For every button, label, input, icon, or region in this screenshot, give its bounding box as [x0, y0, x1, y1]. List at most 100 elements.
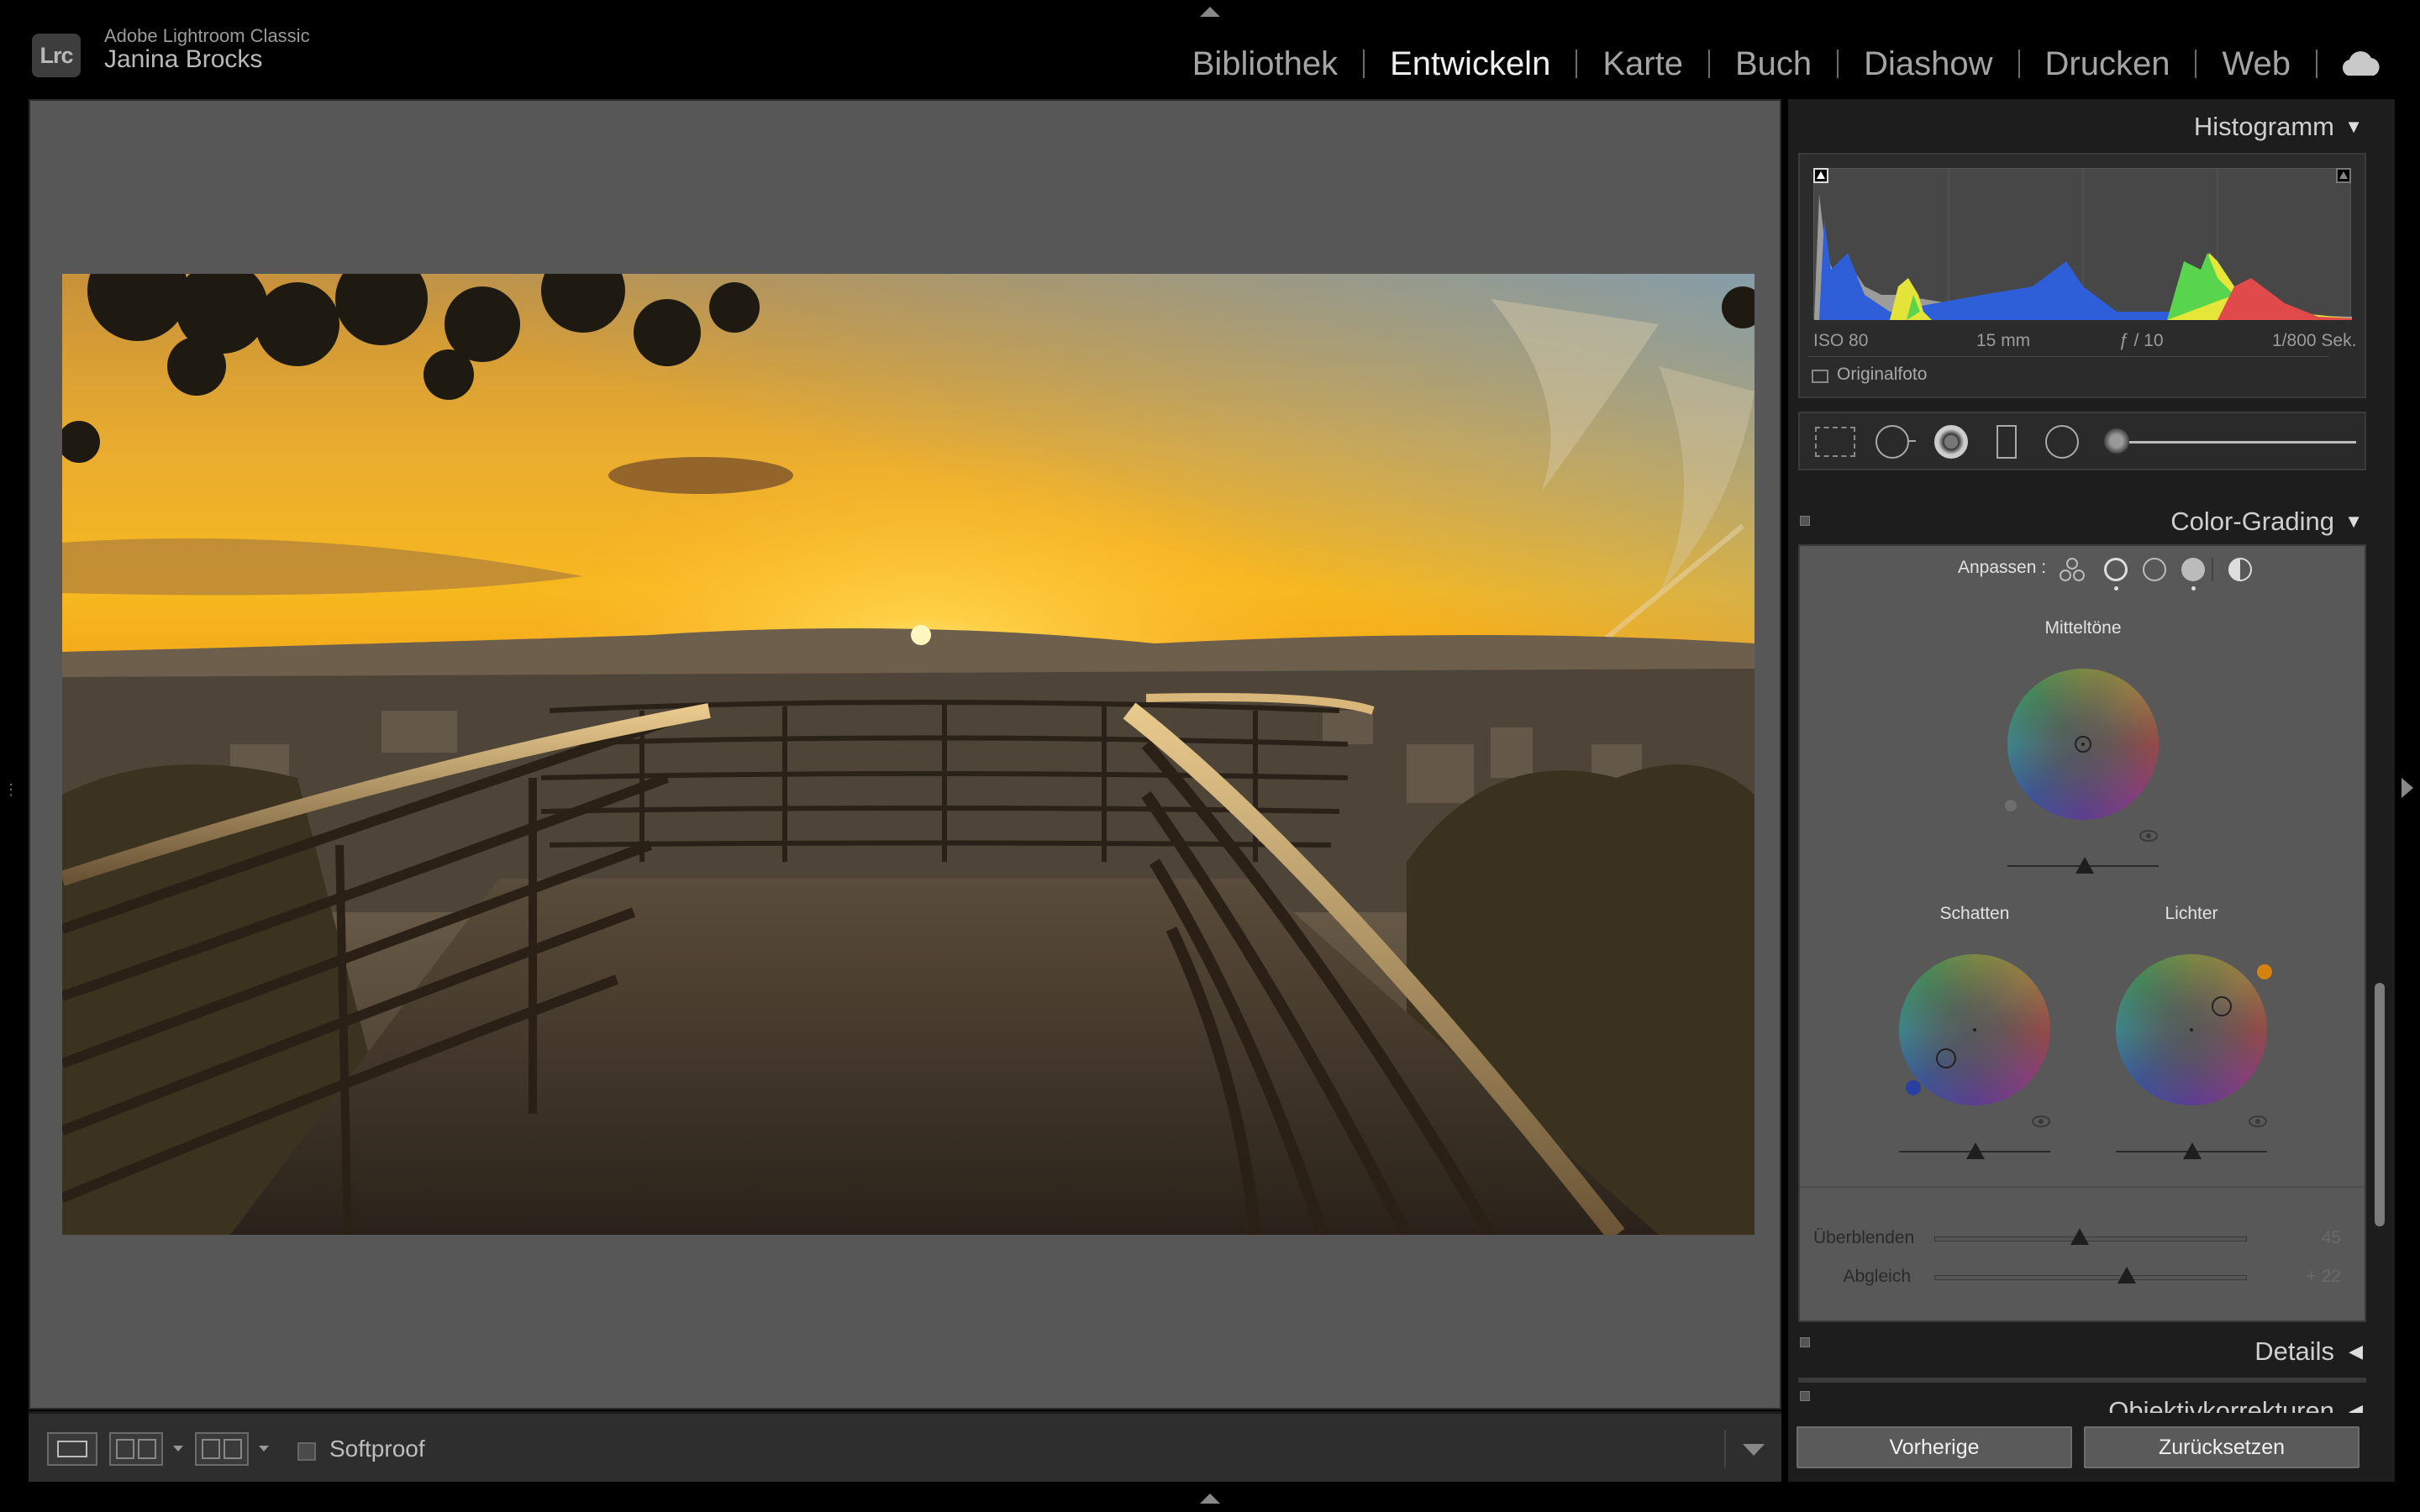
shadows-wheel-icon[interactable]: [2104, 558, 2128, 581]
module-drucken[interactable]: Drucken: [2020, 40, 2196, 87]
app-name: Adobe Lightroom Classic: [104, 25, 310, 46]
histogram-title: Histogramm: [2193, 112, 2334, 141]
previous-button[interactable]: Vorherige: [1797, 1426, 2072, 1468]
module-web[interactable]: Web: [2196, 40, 2316, 87]
loupe-canvas: [29, 99, 1781, 1410]
slider-thumb[interactable]: [2183, 1142, 2202, 1159]
tool-strip: [1798, 412, 2366, 470]
shadow-clipping-icon[interactable]: [1813, 168, 1828, 183]
active-dot-icon: [2114, 586, 2118, 591]
filmstrip-toggle-icon[interactable]: [1200, 1494, 1220, 1504]
module-separator: [2316, 50, 2317, 78]
crop-icon[interactable]: [1815, 427, 1855, 457]
lrc-logo: Lrc: [32, 34, 81, 77]
shutter-value: 1/800 Sek.: [2272, 331, 2357, 350]
slider-thumb[interactable]: [1966, 1142, 1985, 1159]
three-way-icon[interactable]: [2059, 556, 2086, 583]
active-dot-icon: [2191, 586, 2196, 591]
eye-icon[interactable]: [2249, 1116, 2267, 1127]
highlights-hue-dot[interactable]: [2257, 964, 2272, 979]
photo-preview: [62, 274, 1754, 1235]
color-grading-header[interactable]: Color-Grading ▼: [1797, 497, 2368, 546]
shadows-color-wheel[interactable]: [1899, 954, 2050, 1105]
midtones-wheel-icon[interactable]: [2143, 558, 2166, 581]
toolbar-menu-icon[interactable]: [1743, 1444, 1765, 1456]
module-entwickeln[interactable]: Entwickeln: [1365, 40, 1576, 87]
module-buch[interactable]: Buch: [1710, 40, 1837, 87]
loupe-view-button[interactable]: [47, 1432, 97, 1466]
balance-slider[interactable]: [1934, 1275, 2247, 1280]
collapse-down-icon[interactable]: ▼: [2344, 497, 2363, 546]
slider-thumb[interactable]: [2118, 1267, 2136, 1284]
right-panel-toggle-icon[interactable]: [2402, 778, 2413, 798]
softproof-checkbox[interactable]: [297, 1442, 316, 1461]
before-after-icon[interactable]: [109, 1432, 163, 1466]
chevron-down-icon[interactable]: [259, 1446, 269, 1452]
eye-icon[interactable]: [2032, 1116, 2050, 1127]
chevron-down-icon[interactable]: [173, 1446, 183, 1452]
slider-thumb[interactable]: [2075, 857, 2094, 874]
adjust-label: Anpassen :: [1958, 558, 2047, 577]
blend-slider[interactable]: [1934, 1236, 2247, 1242]
histogram-header[interactable]: Histogramm ▼: [1797, 102, 2368, 151]
balance-label: Abgleich: [1843, 1267, 1911, 1286]
divider: [1800, 1186, 2365, 1188]
color-grading-panel: Anpassen : Mitteltöne Schatten Lichter Ü…: [1798, 544, 2366, 1322]
top-panel-toggle-icon[interactable]: [1200, 7, 1220, 17]
histogram-graph[interactable]: [1813, 168, 2352, 320]
right-panel-scrollbar[interactable]: [2375, 983, 2385, 1226]
original-photo-label: Originalfoto: [1837, 365, 1928, 384]
brush-icon[interactable]: [2104, 428, 2129, 454]
eye-icon[interactable]: [2139, 830, 2158, 842]
lens-corrections-title: Objektivkorrekturen: [2108, 1396, 2334, 1413]
graduated-filter-icon[interactable]: [1996, 425, 2017, 459]
toolbar-divider: [1724, 1431, 1726, 1467]
details-header[interactable]: Details ◀: [1797, 1327, 2368, 1376]
reset-button[interactable]: Zurücksetzen: [2084, 1426, 2360, 1468]
highlight-clipping-icon[interactable]: [2336, 168, 2351, 183]
highlights-label: Lichter: [2165, 904, 2218, 923]
highlights-wheel-icon[interactable]: [2181, 558, 2205, 581]
red-eye-icon[interactable]: [1934, 425, 1968, 459]
spot-removal-arrow-icon: [1907, 440, 1916, 442]
bottom-toolbar: Softproof: [29, 1411, 1781, 1482]
module-diashow[interactable]: Diashow: [1839, 40, 2018, 87]
midtones-hue-dot[interactable]: [2005, 800, 2017, 811]
module-picker: Bibliothek Entwickeln Karte Buch Diashow…: [1167, 40, 2381, 87]
brush-slider[interactable]: [2129, 441, 2356, 444]
user-name[interactable]: Janina Brocks: [104, 45, 262, 74]
focal-length-value: 15 mm: [1976, 331, 2031, 350]
histogram-panel: ISO 80 15 mm ƒ / 10 1/800 Sek. Originalf…: [1798, 153, 2366, 398]
before-after-split-icon[interactable]: [195, 1432, 249, 1466]
iso-value: ISO 80: [1813, 331, 1869, 350]
left-panel-toggle-icon[interactable]: ⋮: [3, 781, 18, 800]
panel-divider: [1798, 1378, 2366, 1383]
right-panel: Histogramm ▼ ISO 80 15 mm ƒ / 10 1/800 S…: [1788, 99, 2395, 1482]
module-bibliothek[interactable]: Bibliothek: [1167, 40, 1363, 87]
lens-corrections-header[interactable]: Objektivkorrekturen ◀: [1797, 1384, 2368, 1413]
module-karte[interactable]: Karte: [1577, 40, 1708, 87]
collapse-left-icon[interactable]: ◀: [2349, 1327, 2363, 1376]
cloud-icon[interactable]: [2339, 47, 2381, 81]
aperture-value: ƒ / 10: [2119, 331, 2164, 350]
divider: [1808, 356, 2329, 357]
blend-value[interactable]: 45: [2257, 1228, 2341, 1248]
divider: [2212, 558, 2213, 581]
shadows-hue-dot[interactable]: [1906, 1080, 1921, 1095]
shadows-label: Schatten: [1939, 904, 2010, 923]
color-grading-title: Color-Grading: [2170, 507, 2334, 536]
radial-filter-icon[interactable]: [2045, 425, 2079, 459]
slider-thumb[interactable]: [2070, 1228, 2089, 1245]
highlights-color-wheel[interactable]: [2116, 954, 2267, 1105]
blend-label: Überblenden: [1813, 1228, 1915, 1247]
collapse-left-icon[interactable]: ◀: [2349, 1394, 2363, 1413]
details-title: Details: [2254, 1336, 2334, 1366]
midtones-color-wheel[interactable]: [2007, 669, 2159, 820]
collapse-down-icon[interactable]: ▼: [2344, 102, 2363, 151]
global-wheel-icon[interactable]: [2228, 558, 2252, 581]
midtones-label: Mitteltöne: [2044, 618, 2122, 638]
original-photo-icon[interactable]: [1812, 370, 1828, 383]
softproof-label: Softproof: [329, 1436, 425, 1462]
balance-value[interactable]: + 22: [2257, 1267, 2341, 1287]
spot-removal-icon[interactable]: [1876, 425, 1909, 459]
